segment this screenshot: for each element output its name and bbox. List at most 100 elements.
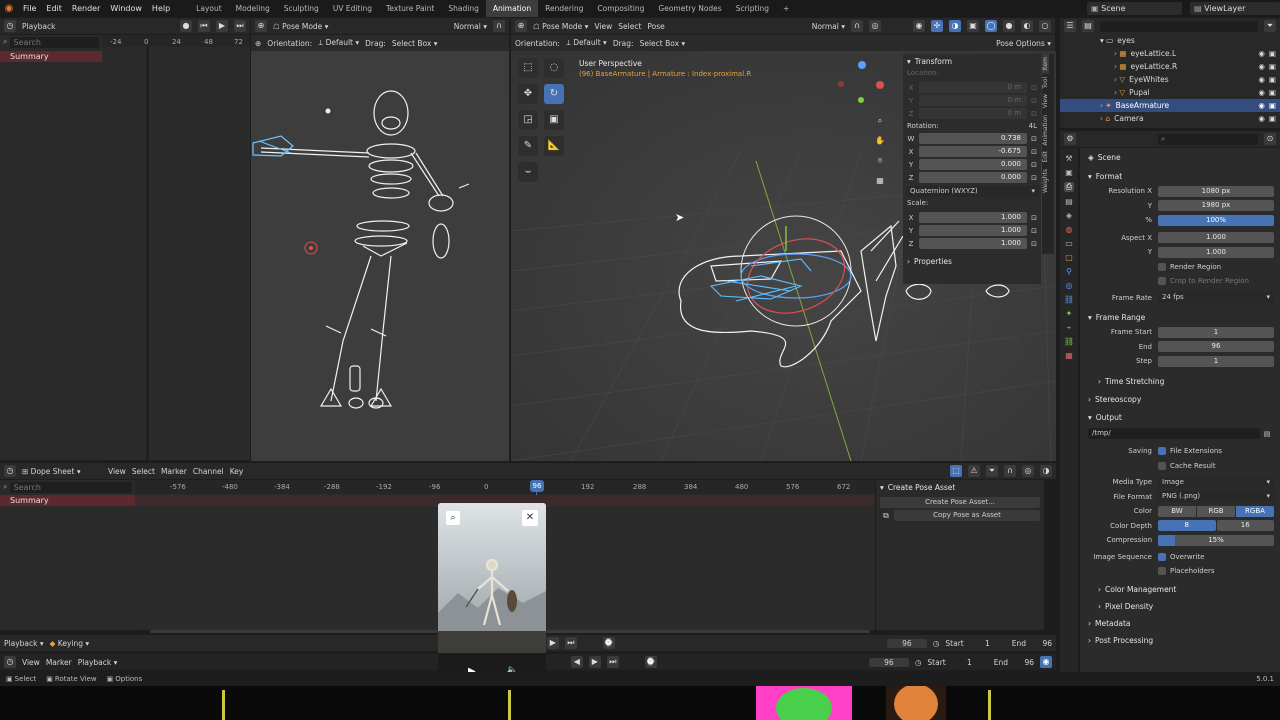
- render-tab-icon[interactable]: ▣: [1065, 168, 1073, 177]
- dopesheet-ruler[interactable]: -576 -480 -384 -288 -192 -96 0 192 288 3…: [135, 480, 875, 494]
- compression-slider[interactable]: 15%: [1158, 534, 1274, 546]
- overlay-icon[interactable]: ◑: [1040, 465, 1052, 477]
- scale-y-field[interactable]: 1.000: [919, 225, 1027, 236]
- rotation-y-row[interactable]: Y 0.000 ⊡: [903, 158, 1041, 171]
- proportional-icon[interactable]: ◎: [1022, 465, 1034, 477]
- menu-playback[interactable]: Playback ▾: [78, 658, 118, 667]
- navigation-gizmo[interactable]: [836, 59, 886, 109]
- render-camera-icon[interactable]: ▣: [1269, 75, 1276, 84]
- drag-dropdown[interactable]: Select Box ▾: [392, 39, 438, 48]
- auto-snap-icon[interactable]: ∩: [1004, 465, 1016, 477]
- pin-icon[interactable]: ⊙: [1264, 133, 1276, 145]
- scale-y-row[interactable]: Y 1.000 ⊡: [903, 224, 1041, 237]
- scene-selector[interactable]: ▣ Scene: [1087, 2, 1182, 15]
- material-shading-icon[interactable]: ◐: [1021, 20, 1033, 32]
- lock-icon[interactable]: ⊡: [1027, 135, 1041, 143]
- color-depth-16-option[interactable]: 16: [1216, 520, 1274, 532]
- color-depth-8-option[interactable]: 8: [1158, 520, 1216, 532]
- annotate-tool[interactable]: ✎: [518, 136, 538, 156]
- location-z-field[interactable]: 0 m: [919, 108, 1027, 119]
- lock-icon[interactable]: ⊡: [1027, 148, 1041, 156]
- editor-type-icon[interactable]: ◷: [4, 465, 16, 477]
- editor-type-icon[interactable]: ⊕: [515, 20, 527, 32]
- color-bw-option[interactable]: BW: [1158, 505, 1196, 517]
- orientation-dropdown[interactable]: ⟂ Default ▾: [566, 38, 607, 48]
- ortho-toggle-icon[interactable]: ▦: [874, 175, 886, 187]
- collection-tab-icon[interactable]: ▭: [1065, 239, 1073, 248]
- drag-dropdown[interactable]: Select Box ▾: [640, 39, 686, 48]
- scale-tool[interactable]: ◲: [518, 110, 538, 130]
- shading-dropdown[interactable]: Normal ▾: [454, 22, 487, 31]
- modifier-tab-icon[interactable]: ⚲: [1066, 267, 1072, 276]
- zoom-icon[interactable]: ⌕: [874, 115, 886, 127]
- workspace-tab-texture-paint[interactable]: Texture Paint: [379, 0, 441, 17]
- resolution-percent-field[interactable]: 100%: [1158, 214, 1274, 226]
- resolution-y-field[interactable]: 1980 px: [1158, 200, 1274, 212]
- cache-result-checkbox[interactable]: [1158, 461, 1166, 470]
- output-path-field[interactable]: /tmp/: [1088, 428, 1260, 440]
- metadata-header[interactable]: › Metadata: [1088, 616, 1274, 631]
- rotation-z-field[interactable]: 0.000: [919, 172, 1027, 183]
- rotation-z-row[interactable]: Z 0.000 ⊡: [903, 171, 1041, 184]
- scale-x-row[interactable]: X 1.000 ⊡: [903, 211, 1041, 224]
- outliner-search-input[interactable]: [1100, 20, 1258, 32]
- menu-help[interactable]: Help: [147, 4, 175, 13]
- reference-video-popup[interactable]: ⌕ ✕ ▶ 🔈: [438, 503, 546, 686]
- file-extensions-checkbox[interactable]: [1158, 447, 1166, 456]
- scale-z-row[interactable]: Z 1.000 ⊡: [903, 237, 1041, 250]
- visibility-eye-icon[interactable]: ◉: [1258, 114, 1265, 123]
- workspace-tab-sculpting[interactable]: Sculpting: [277, 0, 326, 17]
- mode-selector[interactable]: ☖ Pose Mode ▾: [533, 22, 588, 31]
- menu-pose[interactable]: Pose: [647, 22, 664, 31]
- menu-file[interactable]: File: [18, 4, 41, 13]
- create-pose-asset-button[interactable]: Create Pose Asset...: [880, 497, 1040, 508]
- lock-icon[interactable]: ⊡: [1027, 97, 1041, 105]
- render-camera-icon[interactable]: ▣: [1269, 114, 1276, 123]
- output-tab-icon[interactable]: ⎙: [1063, 182, 1075, 192]
- lock-icon[interactable]: ⊡: [1027, 84, 1041, 92]
- menu-select[interactable]: Select: [132, 467, 155, 476]
- jump-end-icon[interactable]: ⏭: [234, 20, 246, 32]
- transform-gizmo-icon[interactable]: ⊕: [255, 39, 261, 48]
- bone-tab-icon[interactable]: ⌁: [1067, 323, 1072, 332]
- sidebar-tab-weights[interactable]: Weights: [1042, 166, 1049, 196]
- outliner-item-pupal[interactable]: › ▽ Pupal ◉ ▣: [1060, 86, 1280, 99]
- outliner-item-eyelattice-l[interactable]: › ▦ eyeLattice.L ◉ ▣: [1060, 47, 1280, 60]
- texture-tab-icon[interactable]: ▦: [1065, 351, 1073, 360]
- workspace-tab-modeling[interactable]: Modeling: [229, 0, 277, 17]
- start-frame-field[interactable]: 1: [970, 639, 990, 648]
- render-region-row[interactable]: Render Region: [1088, 260, 1274, 275]
- sidebar-tab-item[interactable]: Item: [1042, 54, 1049, 74]
- constraint-tab-icon[interactable]: ⛓: [1064, 295, 1074, 304]
- orientation-dropdown[interactable]: ⟂ Default ▾: [318, 38, 359, 48]
- jump-start-icon[interactable]: ⏮: [198, 20, 210, 32]
- menu-edit[interactable]: Edit: [41, 4, 67, 13]
- menu-view[interactable]: View: [22, 658, 40, 667]
- sidebar-tab-animation[interactable]: Animation: [1042, 112, 1049, 149]
- menu-window[interactable]: Window: [105, 4, 147, 13]
- color-management-header[interactable]: › Color Management: [1088, 582, 1274, 597]
- menu-channel[interactable]: Channel: [193, 467, 224, 476]
- rotation-lock-4l[interactable]: 4L: [1029, 122, 1037, 130]
- wireframe-shading-icon[interactable]: ◯: [985, 20, 997, 32]
- summary-channel[interactable]: Summary: [0, 495, 135, 506]
- bone-constraint-tab-icon[interactable]: ⛓: [1064, 337, 1074, 346]
- end-frame-field[interactable]: 96: [1032, 639, 1052, 648]
- render-camera-icon[interactable]: ▣: [1269, 101, 1276, 110]
- xray-toggle-icon[interactable]: ▣: [967, 20, 979, 32]
- render-camera-icon[interactable]: ▣: [1269, 62, 1276, 71]
- pose-options-dropdown[interactable]: Pose Options ▾: [996, 39, 1051, 48]
- frame-start-field[interactable]: 1: [1158, 326, 1274, 338]
- camera-view-icon[interactable]: ⌾: [874, 155, 886, 167]
- snap-icon[interactable]: ∩: [851, 20, 863, 32]
- workspace-tab-shading[interactable]: Shading: [441, 0, 485, 17]
- stereoscopy-header[interactable]: › Stereoscopy: [1088, 392, 1274, 407]
- visibility-eye-icon[interactable]: ◉: [1258, 62, 1265, 71]
- data-tab-icon[interactable]: ✦: [1066, 309, 1073, 318]
- workspace-tab-rendering[interactable]: Rendering: [538, 0, 590, 17]
- close-icon[interactable]: ✕: [522, 510, 538, 526]
- dopesheet-mode-dropdown[interactable]: ⊞ Dope Sheet ▾: [22, 467, 102, 476]
- view-layer-selector[interactable]: ▤ ViewLayer: [1190, 2, 1280, 15]
- add-workspace-button[interactable]: +: [776, 0, 796, 17]
- channel-search-input[interactable]: Search: [10, 36, 99, 48]
